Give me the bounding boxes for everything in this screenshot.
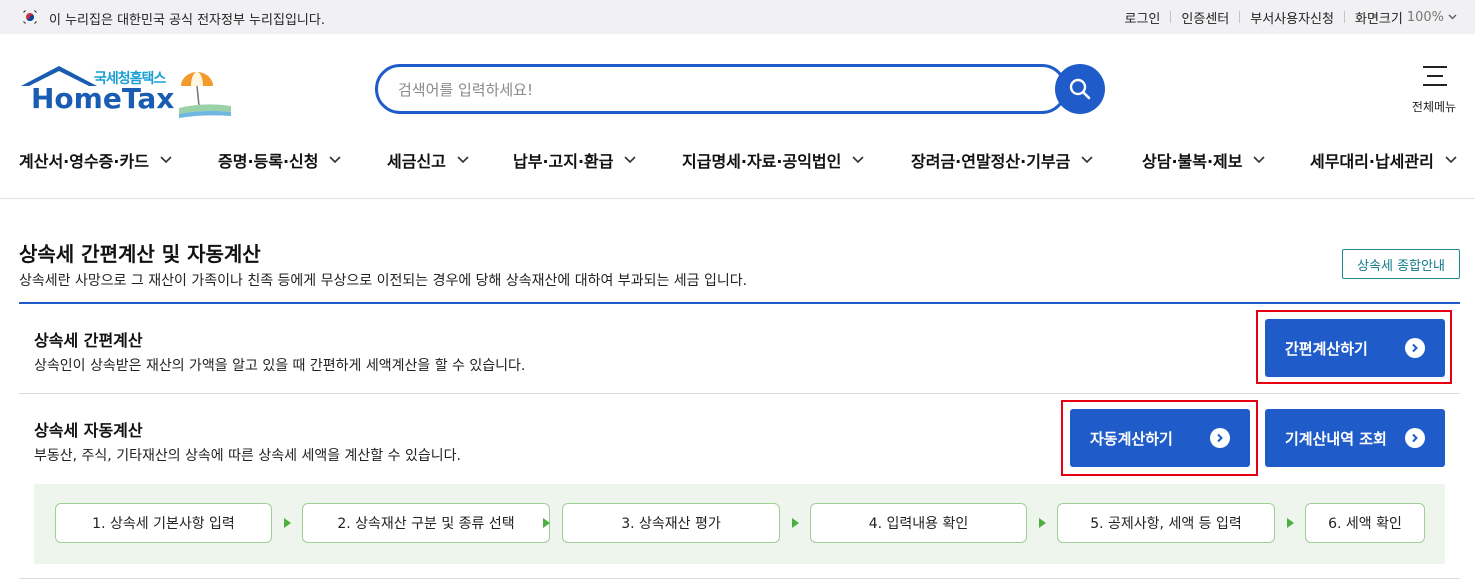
divider: [1239, 11, 1241, 23]
chevron-down-icon: [624, 156, 637, 164]
gnb-item-label: 납부·고지·환급: [513, 152, 614, 171]
simple-calc-title: 상속세 간편계산: [34, 331, 143, 350]
dept-user-link[interactable]: 부서사용자신청: [1250, 8, 1334, 27]
step-item: 6. 세액 확인: [1305, 503, 1425, 543]
chevron-down-icon: [852, 156, 864, 164]
step-item: 4. 입력내용 확인: [810, 503, 1027, 543]
step-item: 3. 상속재산 평가: [562, 503, 780, 543]
history-lookup-button-label: 기계산내역 조회: [1285, 429, 1387, 448]
auto-calc-title: 상속세 자동계산: [34, 421, 143, 440]
page-description: 상속세란 사망으로 그 재산이 가족이나 친족 등에게 무상으로 이전되는 경우…: [19, 273, 748, 289]
global-nav: 계산서·영수증·카드 증명·등록·신청 세금신고 납부·고지·환급 지급명세·자…: [0, 138, 1475, 182]
cert-center-link[interactable]: 인증센터: [1181, 8, 1229, 27]
divider: [1343, 11, 1345, 23]
highlight-box: [1256, 310, 1452, 384]
utility-links: 로그인 인증센터 부서사용자신청 화면크기 100%: [1125, 0, 1475, 34]
all-menu-label: 전체메뉴: [1411, 100, 1457, 114]
step-arrow-icon: [284, 518, 291, 528]
history-lookup-button[interactable]: 기계산내역 조회: [1265, 409, 1445, 467]
gnb-item-label: 상담·불복·제보: [1142, 152, 1243, 171]
highlight-box: [1061, 400, 1258, 476]
divider: [19, 393, 1460, 394]
auto-calc-description: 부동산, 주식, 기타재산의 상속에 따른 상속세 세액을 계산할 수 있습니다…: [34, 448, 461, 464]
all-menu-button[interactable]: 전체메뉴: [1405, 64, 1463, 116]
step-item: 1. 상속세 기본사항 입력: [55, 503, 272, 543]
gnb-item-tax-filing[interactable]: 세금신고: [387, 148, 470, 172]
simple-calc-description: 상속인이 상속받은 재산의 가액을 알고 있을 때 간편하게 세액계산을 할 수…: [34, 358, 526, 374]
gnb-item-invoice[interactable]: 계산서·영수증·카드: [19, 148, 173, 172]
chevron-down-icon: [160, 156, 172, 164]
search-input[interactable]: [398, 79, 1038, 101]
divider: [1170, 11, 1172, 23]
gnb-item-label: 지급명세·자료·공익법인: [682, 152, 842, 171]
section-divider: [19, 302, 1460, 304]
gnb-item-label: 세무대리·납세관리: [1310, 152, 1434, 171]
step-arrow-icon: [792, 518, 799, 528]
chevron-down-icon: [1445, 156, 1457, 164]
search-icon: [1069, 78, 1091, 100]
logo-wordmark: HomeTax: [31, 82, 175, 115]
chevron-down-icon: [1253, 156, 1266, 164]
step-arrow-icon: [543, 518, 550, 528]
arrow-right-circle-icon: [1405, 428, 1425, 448]
search-box: [375, 64, 1067, 114]
zoom-value[interactable]: 100%: [1407, 10, 1444, 25]
divider: [0, 198, 1475, 199]
flag-icon: [22, 9, 38, 25]
gnb-item-label: 계산서·영수증·카드: [19, 152, 149, 171]
gnb-item-payment[interactable]: 납부·고지·환급: [513, 148, 637, 172]
gov-banner-text: 이 누리집은 대한민국 공식 전자정부 누리집입니다.: [49, 13, 325, 28]
gnb-item-statements[interactable]: 지급명세·자료·공익법인: [682, 148, 865, 172]
gnb-item-label: 세금신고: [387, 152, 446, 171]
gnb-item-agent[interactable]: 세무대리·납세관리: [1310, 148, 1458, 172]
process-steps: 1. 상속세 기본사항 입력 2. 상속재산 구분 및 종류 선택 3. 상속재…: [34, 484, 1445, 564]
chevron-down-icon: [1081, 156, 1093, 164]
login-link[interactable]: 로그인: [1125, 8, 1161, 27]
step-item: 5. 공제사항, 세액 등 입력: [1057, 503, 1275, 543]
divider: [19, 578, 1460, 579]
step-item: 2. 상속재산 구분 및 종류 선택: [302, 503, 550, 543]
gov-banner: 이 누리집은 대한민국 공식 전자정부 누리집입니다. 로그인 인증센터 부서사…: [0, 0, 1475, 34]
zoom-label[interactable]: 화면크기: [1355, 8, 1403, 27]
gnb-item-label: 장려금·연말정산·기부금: [911, 152, 1071, 171]
page-title: 상속세 간편계산 및 자동계산: [19, 242, 261, 266]
chevron-down-icon: [457, 156, 469, 164]
gnb-item-incentive[interactable]: 장려금·연말정산·기부금: [911, 148, 1094, 172]
inheritance-guide-button[interactable]: 상속세 종합안내: [1342, 249, 1460, 279]
hometax-logo[interactable]: 국세청홈택스 HomeTax: [19, 66, 234, 118]
gnb-item-certificate[interactable]: 증명·등록·신청: [218, 148, 342, 172]
gnb-item-consult[interactable]: 상담·불복·제보: [1142, 148, 1266, 172]
chevron-down-icon[interactable]: [1448, 12, 1457, 23]
step-arrow-icon: [1287, 518, 1294, 528]
hamburger-icon: [1423, 66, 1447, 88]
chevron-down-icon: [329, 156, 342, 164]
gnb-item-label: 증명·등록·신청: [218, 152, 319, 171]
search-button[interactable]: [1055, 64, 1105, 114]
step-arrow-icon: [1039, 518, 1046, 528]
